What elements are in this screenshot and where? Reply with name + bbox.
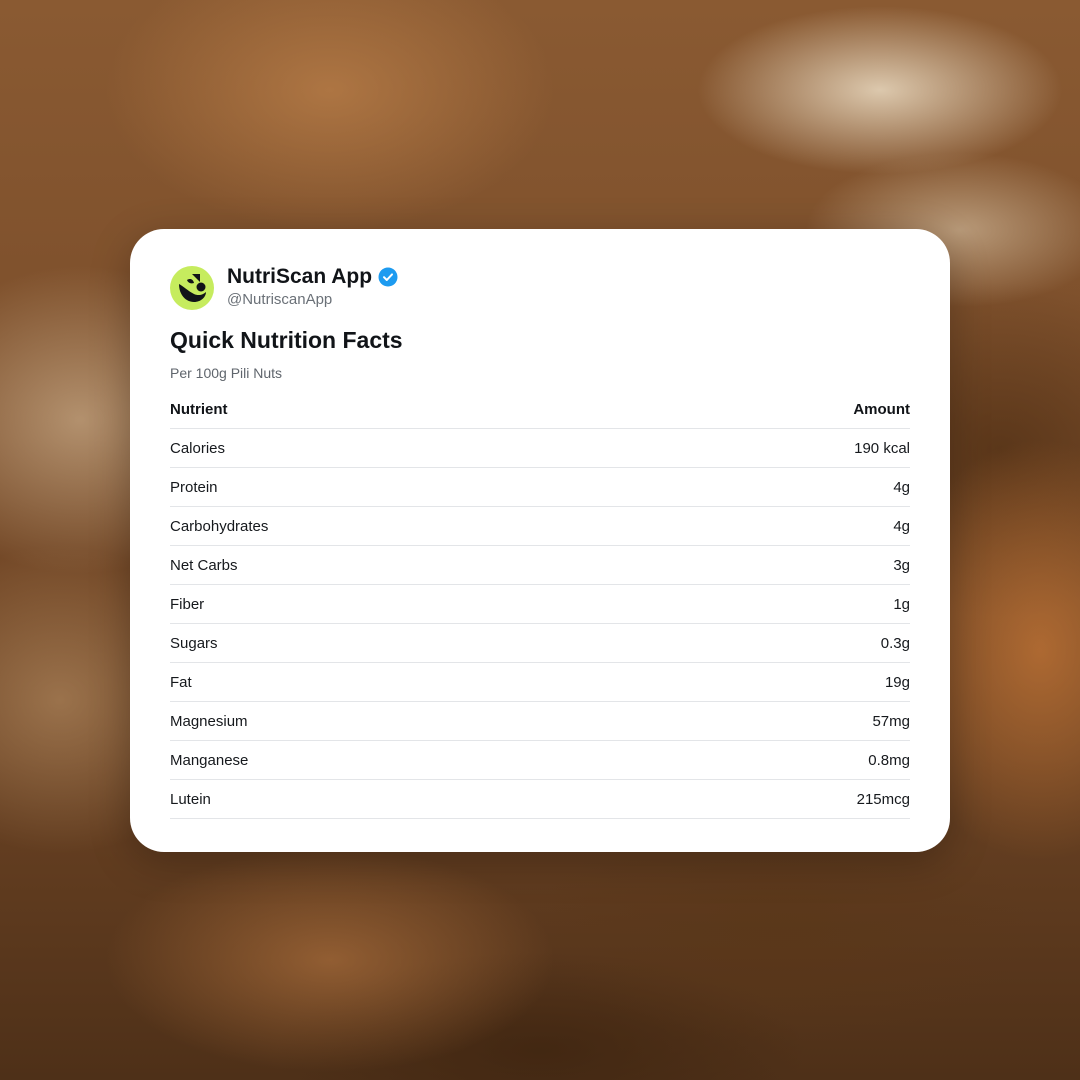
nutrient-name: Net Carbs	[170, 556, 238, 574]
avatar[interactable]	[170, 265, 214, 310]
nutrient-amount: 0.3g	[880, 634, 910, 652]
nutrition-post-card: NutriScan App @NutriscanApp Quick Nutrit…	[130, 229, 950, 852]
nutrient-amount: 4g	[893, 478, 910, 496]
nutrient-amount: 215mcg	[856, 790, 910, 808]
table-row: Fiber 1g	[170, 585, 910, 624]
nutrient-name: Lutein	[170, 790, 211, 808]
nutrient-name: Protein	[170, 478, 218, 496]
nutrient-name: Carbohydrates	[170, 517, 269, 535]
nutrient-name: Fat	[170, 673, 192, 691]
column-header-nutrient: Nutrient	[170, 400, 228, 418]
verified-badge-icon	[378, 267, 398, 287]
nutrient-name: Sugars	[170, 634, 218, 652]
post-header: NutriScan App @NutriscanApp	[170, 265, 398, 310]
nutrient-amount: 4g	[893, 517, 910, 535]
table-row: Protein 4g	[170, 468, 910, 507]
table-row: Calories 190 kcal	[170, 429, 910, 468]
user-handle[interactable]: @NutriscanApp	[227, 290, 398, 310]
nutrient-amount: 1g	[893, 595, 910, 613]
table-row: Magnesium 57mg	[170, 702, 910, 741]
nutrient-amount: 57mg	[872, 712, 910, 730]
table-row: Fat 19g	[170, 663, 910, 702]
leaf-logo-icon	[179, 273, 206, 302]
table-row: Lutein 215mcg	[170, 780, 910, 819]
table-row: Net Carbs 3g	[170, 546, 910, 585]
post-title: Quick Nutrition Facts	[170, 327, 403, 353]
nutrient-name: Fiber	[170, 595, 205, 613]
nutrient-amount: 190 kcal	[854, 439, 910, 457]
table-row: Manganese 0.8mg	[170, 741, 910, 780]
name-row: NutriScan App	[227, 265, 398, 289]
nutrient-amount: 0.8mg	[868, 751, 910, 769]
table-row: Sugars 0.3g	[170, 624, 910, 663]
post-subtitle: Per 100g Pili Nuts	[170, 365, 283, 381]
nutrient-name: Magnesium	[170, 712, 248, 730]
app-name[interactable]: NutriScan App	[227, 265, 372, 289]
nutrient-amount: 19g	[884, 673, 910, 691]
nutrient-name: Manganese	[170, 751, 249, 769]
table-header-row: Nutrient Amount	[170, 390, 910, 429]
table-row: Carbohydrates 4g	[170, 507, 910, 546]
profile-names: NutriScan App @NutriscanApp	[227, 265, 398, 310]
nutrition-table: Nutrient Amount Calories 190 kcal Protei…	[170, 390, 910, 819]
nutrient-name: Calories	[170, 439, 226, 457]
nutrient-amount: 3g	[893, 556, 910, 574]
column-header-amount: Amount	[853, 400, 910, 418]
